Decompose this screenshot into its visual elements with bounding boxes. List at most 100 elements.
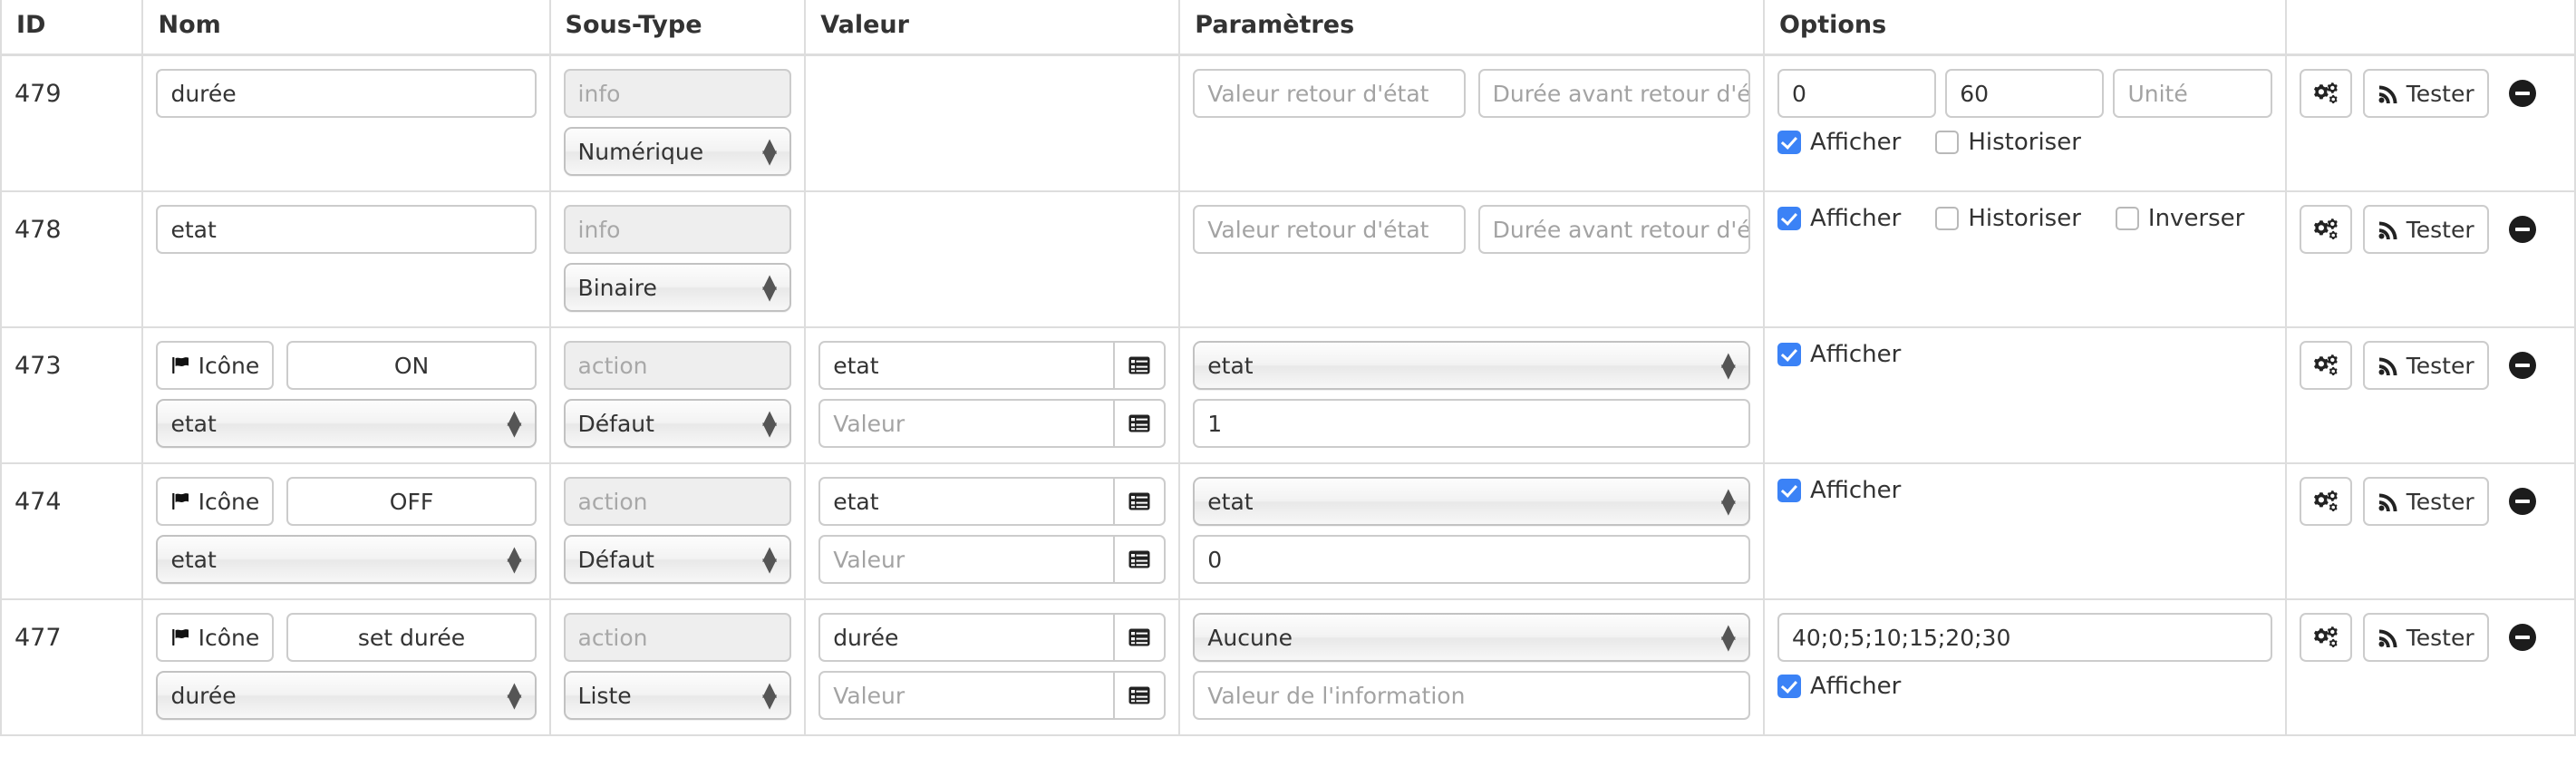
subtype-select[interactable]: Défaut ▲ ▼	[563, 535, 792, 584]
configure-button[interactable]	[2299, 205, 2352, 254]
remove-icon[interactable]	[2508, 352, 2536, 379]
historiser-label: Historiser	[1968, 129, 2081, 156]
param-select-value: etat	[1207, 352, 1254, 379]
min-input[interactable]: 0	[1777, 69, 1937, 118]
option-list-input[interactable]: 40;0;5;10;15;20;30	[1777, 613, 2272, 662]
cell-actions: Tester	[2285, 598, 2576, 736]
param-select[interactable]: etat ▲ ▼	[1193, 477, 1750, 526]
inverser-checkbox[interactable]	[2115, 207, 2139, 230]
param-select-value: Aucune	[1207, 624, 1293, 651]
param-value-input[interactable]: 1	[1193, 399, 1750, 448]
test-button[interactable]: Tester	[2362, 341, 2489, 390]
afficher-checkbox[interactable]	[1777, 675, 1801, 698]
select-list-button[interactable]	[1115, 341, 1167, 390]
duree-avant-retour-input[interactable]: Durée avant retour d'éta	[1477, 205, 1750, 254]
remove-icon[interactable]	[2508, 216, 2536, 243]
cell-valeur: durée Valeur	[805, 598, 1181, 736]
historiser-checkbox[interactable]	[1935, 207, 1960, 230]
name-input[interactable]: etat	[156, 205, 537, 254]
linked-info-select-value: etat	[170, 546, 217, 573]
test-button[interactable]: Tester	[2362, 477, 2489, 526]
param-select[interactable]: etat ▲ ▼	[1193, 341, 1750, 390]
configure-button[interactable]	[2299, 341, 2352, 390]
configure-button[interactable]	[2299, 477, 2352, 526]
test-button[interactable]: Tester	[2362, 613, 2489, 662]
subtype-select-value: Défaut	[577, 546, 654, 573]
chevron-updown-icon: ▲ ▼	[1720, 347, 1736, 382]
duree-avant-retour-input[interactable]: Durée avant retour d'éta	[1477, 69, 1750, 118]
name-input[interactable]: OFF	[286, 477, 537, 526]
valeur-retour-etat-input[interactable]: Valeur retour d'état	[1193, 205, 1466, 254]
valeur-retour-etat-input[interactable]: Valeur retour d'état	[1193, 69, 1466, 118]
configure-button[interactable]	[2299, 613, 2352, 662]
list-alt-icon	[1128, 414, 1150, 432]
valeur-input[interactable]: etat	[818, 477, 1116, 526]
cell-parametres: Valeur retour d'état Durée avant retour …	[1179, 190, 1765, 327]
subtype-select[interactable]: Liste ▲ ▼	[563, 671, 792, 720]
afficher-checkbox[interactable]	[1777, 479, 1801, 502]
select-list-button[interactable]	[1115, 613, 1167, 662]
name-input[interactable]: ON	[286, 341, 537, 390]
cell-valeur	[805, 190, 1181, 327]
rss-icon	[2377, 626, 2399, 648]
cell-actions: Tester	[2285, 462, 2576, 599]
configure-button[interactable]	[2299, 69, 2352, 118]
type-badge: info	[563, 69, 792, 118]
cell-sous-type: action Liste ▲ ▼	[549, 598, 807, 736]
icone-button[interactable]: Icône	[156, 477, 275, 526]
table-row: 478 etat info Binaire ▲ ▼ Valeur retour d…	[0, 190, 2576, 327]
name-input[interactable]: durée	[156, 69, 537, 118]
select-list-button[interactable]	[1115, 671, 1167, 720]
chevron-updown-icon: ▲ ▼	[1720, 619, 1736, 654]
valeur-input[interactable]: durée	[818, 613, 1116, 662]
subtype-select-value: Binaire	[577, 274, 657, 301]
afficher-checkbox[interactable]	[1777, 343, 1801, 366]
table-header: ID Nom Sous-Type Valeur Paramètres Optio…	[0, 0, 2576, 56]
cell-options: Afficher Historiser Inverser	[1763, 190, 2287, 327]
header-nom: Nom	[142, 0, 551, 56]
row-id: 477	[0, 598, 144, 736]
subtype-select[interactable]: Binaire ▲ ▼	[563, 263, 792, 312]
list-alt-icon	[1128, 356, 1150, 374]
historiser-checkbox[interactable]	[1935, 131, 1960, 154]
list-alt-icon	[1128, 492, 1150, 510]
linked-info-select-value: etat	[170, 410, 217, 437]
select-list-button[interactable]	[1115, 535, 1167, 584]
linked-info-select[interactable]: etat ▲ ▼	[156, 535, 537, 584]
subtype-select[interactable]: Défaut ▲ ▼	[563, 399, 792, 448]
remove-icon[interactable]	[2508, 80, 2536, 107]
remove-icon[interactable]	[2508, 488, 2536, 515]
afficher-label: Afficher	[1809, 673, 1902, 700]
valeur-secondary-input[interactable]: Valeur	[818, 399, 1116, 448]
remove-icon[interactable]	[2508, 624, 2536, 651]
cell-options: 0 60 Unité Afficher Historiser	[1763, 53, 2287, 191]
select-list-button[interactable]	[1115, 399, 1167, 448]
param-value-input[interactable]: 0	[1193, 535, 1750, 584]
name-input[interactable]: set durée	[286, 613, 537, 662]
row-id: 473	[0, 326, 144, 463]
test-button[interactable]: Tester	[2362, 69, 2489, 118]
cell-nom: Icône ON etat ▲ ▼	[142, 326, 551, 463]
valeur-secondary-input[interactable]: Valeur	[818, 535, 1116, 584]
max-input[interactable]: 60	[1945, 69, 2105, 118]
linked-info-select[interactable]: etat ▲ ▼	[156, 399, 537, 448]
chevron-updown-icon: ▲ ▼	[507, 405, 522, 440]
icone-button[interactable]: Icône	[156, 341, 275, 390]
valeur-secondary-input[interactable]: Valeur	[818, 671, 1116, 720]
header-id: ID	[0, 0, 144, 56]
linked-info-select[interactable]: durée ▲ ▼	[156, 671, 537, 720]
test-button[interactable]: Tester	[2362, 205, 2489, 254]
param-select[interactable]: Aucune ▲ ▼	[1193, 613, 1750, 662]
cell-nom: etat	[142, 190, 551, 327]
valeur-input[interactable]: etat	[818, 341, 1116, 390]
subtype-select[interactable]: Numérique ▲ ▼	[563, 127, 792, 176]
afficher-checkbox[interactable]	[1777, 131, 1801, 154]
unite-input[interactable]: Unité	[2113, 69, 2272, 118]
param-value-input[interactable]: Valeur de l'information	[1193, 671, 1750, 720]
param-select-value: etat	[1207, 488, 1254, 515]
icone-button[interactable]: Icône	[156, 613, 275, 662]
inverser-label: Inverser	[2147, 205, 2245, 232]
select-list-button[interactable]	[1115, 477, 1167, 526]
afficher-label: Afficher	[1809, 341, 1902, 368]
afficher-checkbox[interactable]	[1777, 207, 1801, 230]
